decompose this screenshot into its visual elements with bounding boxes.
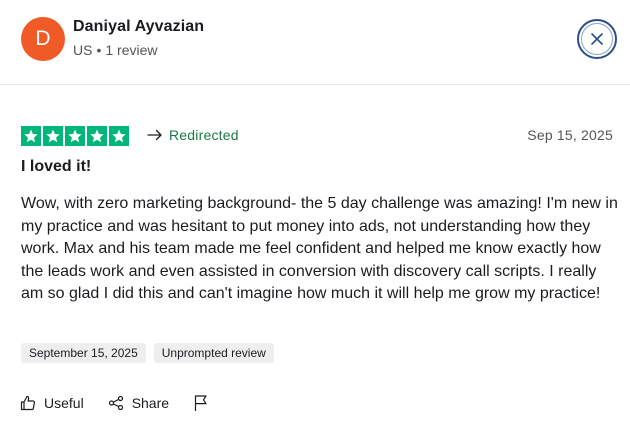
useful-button[interactable]: Useful xyxy=(20,395,84,411)
star-icon xyxy=(87,126,107,146)
review-actions: Useful Share xyxy=(20,394,233,412)
avatar[interactable]: D xyxy=(21,17,65,61)
experience-date-tag: September 15, 2025 xyxy=(21,343,146,363)
flag-icon xyxy=(193,394,209,412)
redirected-text: Redirected xyxy=(169,127,239,143)
share-icon xyxy=(108,395,124,411)
close-button[interactable] xyxy=(577,19,617,59)
star-icon xyxy=(21,126,41,146)
arrow-right-icon xyxy=(147,129,163,141)
review-date: Sep 15, 2025 xyxy=(527,127,613,143)
unprompted-review-tag[interactable]: Unprompted review xyxy=(153,343,274,363)
reviewer-review-count: 1 review xyxy=(105,42,158,58)
review-text: Wow, with zero marketing background- the… xyxy=(21,195,618,302)
redirected-label[interactable]: Redirected xyxy=(147,127,239,143)
review-title: I loved it! xyxy=(21,158,92,175)
share-button[interactable]: Share xyxy=(108,395,169,411)
star-rating xyxy=(21,126,129,146)
share-label: Share xyxy=(131,395,170,411)
star-icon xyxy=(43,126,63,146)
close-button-ring xyxy=(581,23,613,55)
report-button[interactable] xyxy=(193,394,209,412)
thumbs-up-icon xyxy=(20,395,36,411)
review-modal: D Daniyal Ayvazian US • 1 review Redirec… xyxy=(0,0,630,436)
reviewer-name[interactable]: Daniyal Ayvazian xyxy=(73,18,204,36)
review-tags: September 15, 2025 Unprompted review xyxy=(21,343,274,363)
reviewer-meta: US • 1 review xyxy=(73,42,158,58)
star-icon xyxy=(109,126,129,146)
reviewer-country: US xyxy=(73,42,93,58)
useful-label: Useful xyxy=(44,395,84,411)
meta-separator: • xyxy=(96,42,102,58)
star-icon xyxy=(65,126,85,146)
reviewer-header: D Daniyal Ayvazian US • 1 review xyxy=(0,0,630,85)
close-icon xyxy=(590,32,604,46)
